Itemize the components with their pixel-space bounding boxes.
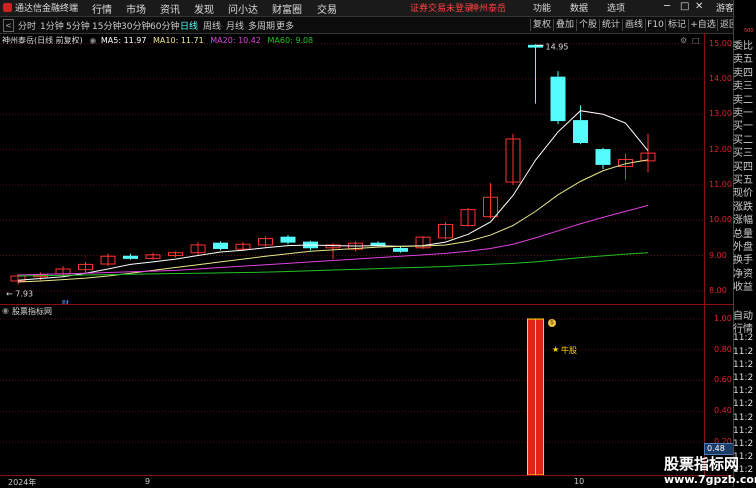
menu-market[interactable]: 市场 bbox=[126, 1, 146, 16]
indicator-tick-label: 0.60 bbox=[714, 375, 732, 385]
indicator-tick-label: 0.40 bbox=[714, 406, 732, 416]
overlay-button[interactable]: 叠加 bbox=[553, 19, 576, 31]
draw-line-button[interactable]: 画线 bbox=[622, 19, 645, 31]
low-label: ← 7.93 bbox=[6, 289, 33, 298]
signal-coin-icon: $ bbox=[548, 319, 556, 327]
candle-down bbox=[393, 247, 408, 252]
period-30min[interactable]: 30分钟 bbox=[121, 19, 150, 32]
period-daily[interactable]: 日线 bbox=[180, 19, 198, 32]
quote-panel-badge: 500 bbox=[744, 28, 754, 34]
app-logo-icon bbox=[3, 3, 12, 12]
time-label-year: 2024年 bbox=[8, 478, 37, 487]
single-stock-button[interactable]: 个股 bbox=[576, 19, 599, 31]
time-axis bbox=[0, 475, 733, 488]
tick-row-label[interactable]: 11:2 bbox=[733, 386, 756, 396]
guest-button[interactable]: 游客 bbox=[716, 1, 734, 14]
quote-row-label[interactable]: 收益 bbox=[733, 278, 756, 293]
period-weekly[interactable]: 周线 bbox=[203, 19, 221, 32]
price-tick-label: 14.00 bbox=[709, 73, 732, 83]
signal-star-icon: ★ bbox=[552, 345, 560, 354]
candle-down bbox=[370, 242, 386, 246]
maximize-icon[interactable]: □ bbox=[680, 1, 689, 12]
indicator-tick-label: 1.00 bbox=[714, 314, 732, 323]
price-tick-label: 12.00 bbox=[709, 144, 732, 154]
title-bar: 通达信金融终端 行情 市场 资讯 发现 问小达 财富圈 交易 证券交易未登录 神… bbox=[0, 0, 756, 17]
options-button[interactable]: 选项 bbox=[607, 1, 625, 14]
period-multi[interactable]: 多周期 bbox=[248, 19, 275, 32]
price-tick-label: 13.00 bbox=[709, 109, 732, 119]
tick-row-label[interactable]: 11:2 bbox=[733, 399, 756, 409]
price-axis bbox=[704, 33, 705, 305]
menu-wealth-circle[interactable]: 财富圈 bbox=[272, 1, 302, 16]
period-5min[interactable]: 5分钟 bbox=[66, 19, 90, 32]
menu-trade[interactable]: 交易 bbox=[317, 1, 337, 16]
tick-row-label[interactable]: 11:2 bbox=[733, 413, 756, 423]
function-button[interactable]: 功能 bbox=[533, 1, 551, 14]
period-1min[interactable]: 1分钟 bbox=[40, 19, 64, 32]
period-60min[interactable]: 60分钟 bbox=[150, 19, 179, 32]
tick-row-label[interactable]: 11:2 bbox=[733, 439, 756, 449]
data-button[interactable]: 数据 bbox=[570, 1, 588, 14]
menu-market-quotes[interactable]: 行情 bbox=[92, 1, 112, 16]
period-15min[interactable]: 15分钟 bbox=[92, 19, 121, 32]
candle-down bbox=[213, 242, 228, 249]
time-label-oct: 10 bbox=[574, 477, 585, 486]
menu-ask-xiaoda[interactable]: 问小达 bbox=[228, 1, 258, 16]
indicator-chart[interactable] bbox=[0, 305, 705, 475]
menu-discover[interactable]: 发现 bbox=[194, 1, 214, 16]
f10-button[interactable]: F10 bbox=[645, 19, 665, 31]
watermark-title: 股票指标网 bbox=[664, 455, 740, 473]
price-tick-label: 10.00 bbox=[709, 215, 732, 225]
add-watchlist-button[interactable]: +自选 bbox=[688, 19, 717, 31]
candlestick-chart[interactable]: 14.95← 7.93财 bbox=[0, 33, 705, 305]
price-tick-label: 9.00 bbox=[709, 250, 727, 260]
time-label-sep: 9 bbox=[145, 477, 151, 486]
watermark-url: www.7gpzb.com bbox=[664, 473, 756, 486]
period-monthly[interactable]: 月线 bbox=[226, 19, 244, 32]
app-name: 通达信金融终端 bbox=[15, 4, 79, 14]
statistics-button[interactable]: 统计 bbox=[599, 19, 622, 31]
adjust-button[interactable]: 复权 bbox=[530, 19, 553, 31]
price-tick-label: 15.00 bbox=[709, 38, 732, 48]
tick-row-label[interactable]: 11:2 bbox=[733, 347, 756, 357]
period-toolbar: < 分时 1分钟 5分钟 15分钟 30分钟 60分钟 日线 周线 月线 多周期… bbox=[0, 17, 756, 34]
close-icon[interactable]: ✕ bbox=[695, 1, 703, 12]
candle-down bbox=[550, 76, 566, 122]
price-tick-label: 11.00 bbox=[709, 179, 732, 189]
tick-row-label[interactable]: 11:2 bbox=[733, 333, 756, 343]
stock-name-link[interactable]: 神州泰岳 bbox=[470, 1, 506, 14]
tick-row-label[interactable]: 11:2 bbox=[733, 360, 756, 370]
tick-row-label[interactable]: 11:2 bbox=[733, 373, 756, 383]
menu-news[interactable]: 资讯 bbox=[160, 1, 180, 16]
candle-down bbox=[280, 236, 296, 243]
login-notice[interactable]: 证券交易未登录 bbox=[410, 1, 473, 14]
tick-row-label[interactable]: 11:2 bbox=[733, 426, 756, 436]
ma20-line bbox=[17, 204, 649, 276]
mark-button[interactable]: 标记 bbox=[665, 19, 688, 31]
period-tick[interactable]: 分时 bbox=[18, 19, 36, 32]
high-label: 14.95 bbox=[546, 42, 569, 51]
price-tick-label: 8.00 bbox=[709, 285, 727, 295]
candle-down bbox=[595, 149, 611, 165]
candle-down bbox=[573, 120, 588, 144]
indicator-tick-label: 0.80 bbox=[714, 344, 732, 354]
candle-down bbox=[123, 255, 138, 259]
collapse-icon[interactable]: < bbox=[3, 19, 14, 32]
signal-label: 牛股 bbox=[561, 346, 577, 355]
minimize-icon[interactable]: ─ bbox=[664, 1, 670, 12]
watermark: 股票指标网 www.7gpzb.com bbox=[664, 455, 756, 487]
period-more[interactable]: 更多 bbox=[276, 19, 294, 32]
